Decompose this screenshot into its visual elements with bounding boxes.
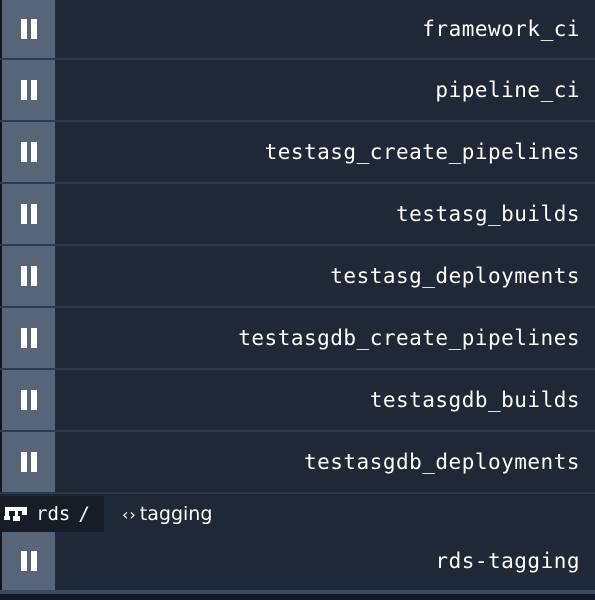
group-tag[interactable]: ‹› tagging (122, 496, 212, 532)
pause-icon (20, 266, 37, 286)
pipeline-name-link[interactable]: testasgdb_create_pipelines (55, 308, 595, 368)
pipeline-name-link[interactable]: testasg_deployments (55, 246, 595, 306)
pipeline-row: framework_ci (0, 0, 595, 60)
group-tag-label: tagging (139, 503, 213, 525)
pipeline-name-link[interactable]: testasgdb_deployments (55, 432, 595, 492)
pause-icon (20, 390, 37, 410)
pause-icon (20, 80, 37, 100)
pause-button[interactable] (0, 432, 55, 492)
code-icon: ‹› (122, 504, 137, 524)
pipeline-row: testasgdb_deployments (0, 432, 595, 494)
list-bottom-edge (0, 594, 595, 600)
pipeline-name-link[interactable]: testasgdb_builds (55, 370, 595, 430)
pause-button[interactable] (0, 122, 55, 182)
pipeline-name-link[interactable]: pipeline_ci (55, 60, 595, 120)
pipeline-name-link[interactable]: testasg_builds (55, 184, 595, 244)
pipeline-list: framework_ci pipeline_ci testasg_create_… (0, 0, 595, 494)
pipeline-row: testasgdb_builds (0, 370, 595, 432)
pipeline-name-link[interactable]: testasg_create_pipelines (55, 122, 595, 182)
pause-button[interactable] (0, 0, 55, 58)
pipeline-row: testasg_create_pipelines (0, 122, 595, 184)
pipeline-row: pipeline_ci (0, 60, 595, 122)
pause-button[interactable] (0, 532, 55, 590)
pause-button[interactable] (0, 246, 55, 306)
pause-icon (20, 204, 37, 224)
pause-button[interactable] (0, 60, 55, 120)
pipeline-name-link[interactable]: framework_ci (55, 0, 595, 58)
group-breadcrumb[interactable]: rds / (0, 496, 104, 532)
pipeline-row: rds-tagging (0, 532, 595, 594)
pause-button[interactable] (0, 308, 55, 368)
pause-icon (20, 452, 37, 472)
breadcrumb-separator: / (78, 503, 90, 525)
pause-icon (20, 142, 37, 162)
pipeline-row: testasg_builds (0, 184, 595, 246)
pipeline-row: testasgdb_create_pipelines (0, 308, 595, 370)
pause-icon (20, 328, 37, 348)
pause-icon (20, 551, 37, 571)
pipeline-group-header: rds / ‹› tagging (0, 496, 595, 532)
pause-icon (20, 19, 37, 39)
pipeline-name-link[interactable]: rds-tagging (55, 532, 595, 590)
pause-button[interactable] (0, 370, 55, 430)
group-name: rds (36, 503, 71, 525)
pipeline-group-icon (0, 496, 32, 532)
pipeline-row: testasg_deployments (0, 246, 595, 308)
group-pipeline-list: rds-tagging (0, 532, 595, 594)
pause-button[interactable] (0, 184, 55, 244)
